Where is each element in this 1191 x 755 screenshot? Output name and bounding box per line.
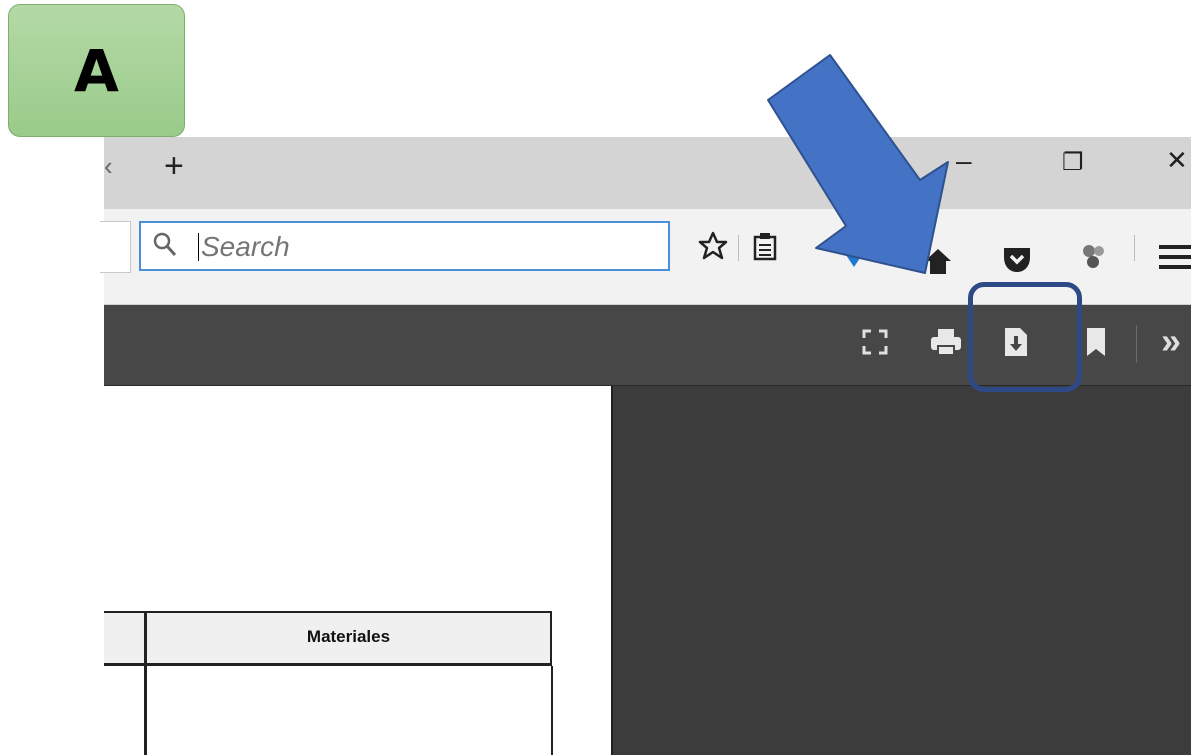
search-icon bbox=[153, 232, 177, 256]
print-icon[interactable] bbox=[930, 328, 962, 356]
bookmark-icon[interactable] bbox=[1086, 327, 1106, 357]
toolbar-separator bbox=[1136, 325, 1137, 363]
restore-button[interactable]: ❐ bbox=[1062, 151, 1084, 175]
reading-list-icon[interactable] bbox=[752, 231, 778, 261]
annotation-label: A bbox=[8, 4, 185, 137]
tab-close-icon[interactable]: ‹ bbox=[104, 151, 113, 182]
pdf-page bbox=[104, 386, 611, 755]
sync-icon[interactable] bbox=[842, 249, 866, 269]
minimize-button[interactable]: – bbox=[956, 147, 972, 175]
menu-icon[interactable] bbox=[1159, 243, 1191, 271]
toolbar-separator bbox=[1134, 235, 1135, 261]
new-tab-button[interactable]: + bbox=[164, 149, 184, 183]
pocket-icon[interactable] bbox=[1002, 245, 1032, 273]
close-window-button[interactable]: ✕ bbox=[1166, 147, 1188, 173]
tab-strip: ‹ + – ❐ ✕ bbox=[104, 137, 1191, 209]
extension-icon[interactable] bbox=[1080, 241, 1108, 271]
table-border bbox=[551, 666, 553, 755]
search-box[interactable] bbox=[139, 221, 670, 271]
table-column-header: Materiales bbox=[306, 627, 391, 646]
toolbar-separator bbox=[738, 235, 739, 261]
url-bar[interactable] bbox=[100, 221, 131, 273]
search-input[interactable] bbox=[201, 231, 641, 263]
pdf-sidebar bbox=[611, 386, 1191, 755]
bookmark-star-icon[interactable] bbox=[698, 231, 728, 261]
more-tools-icon[interactable]: » bbox=[1161, 323, 1181, 359]
download-highlight-box bbox=[968, 282, 1082, 392]
text-caret bbox=[198, 233, 199, 261]
home-icon[interactable] bbox=[924, 247, 952, 275]
fullscreen-icon[interactable] bbox=[862, 329, 888, 355]
